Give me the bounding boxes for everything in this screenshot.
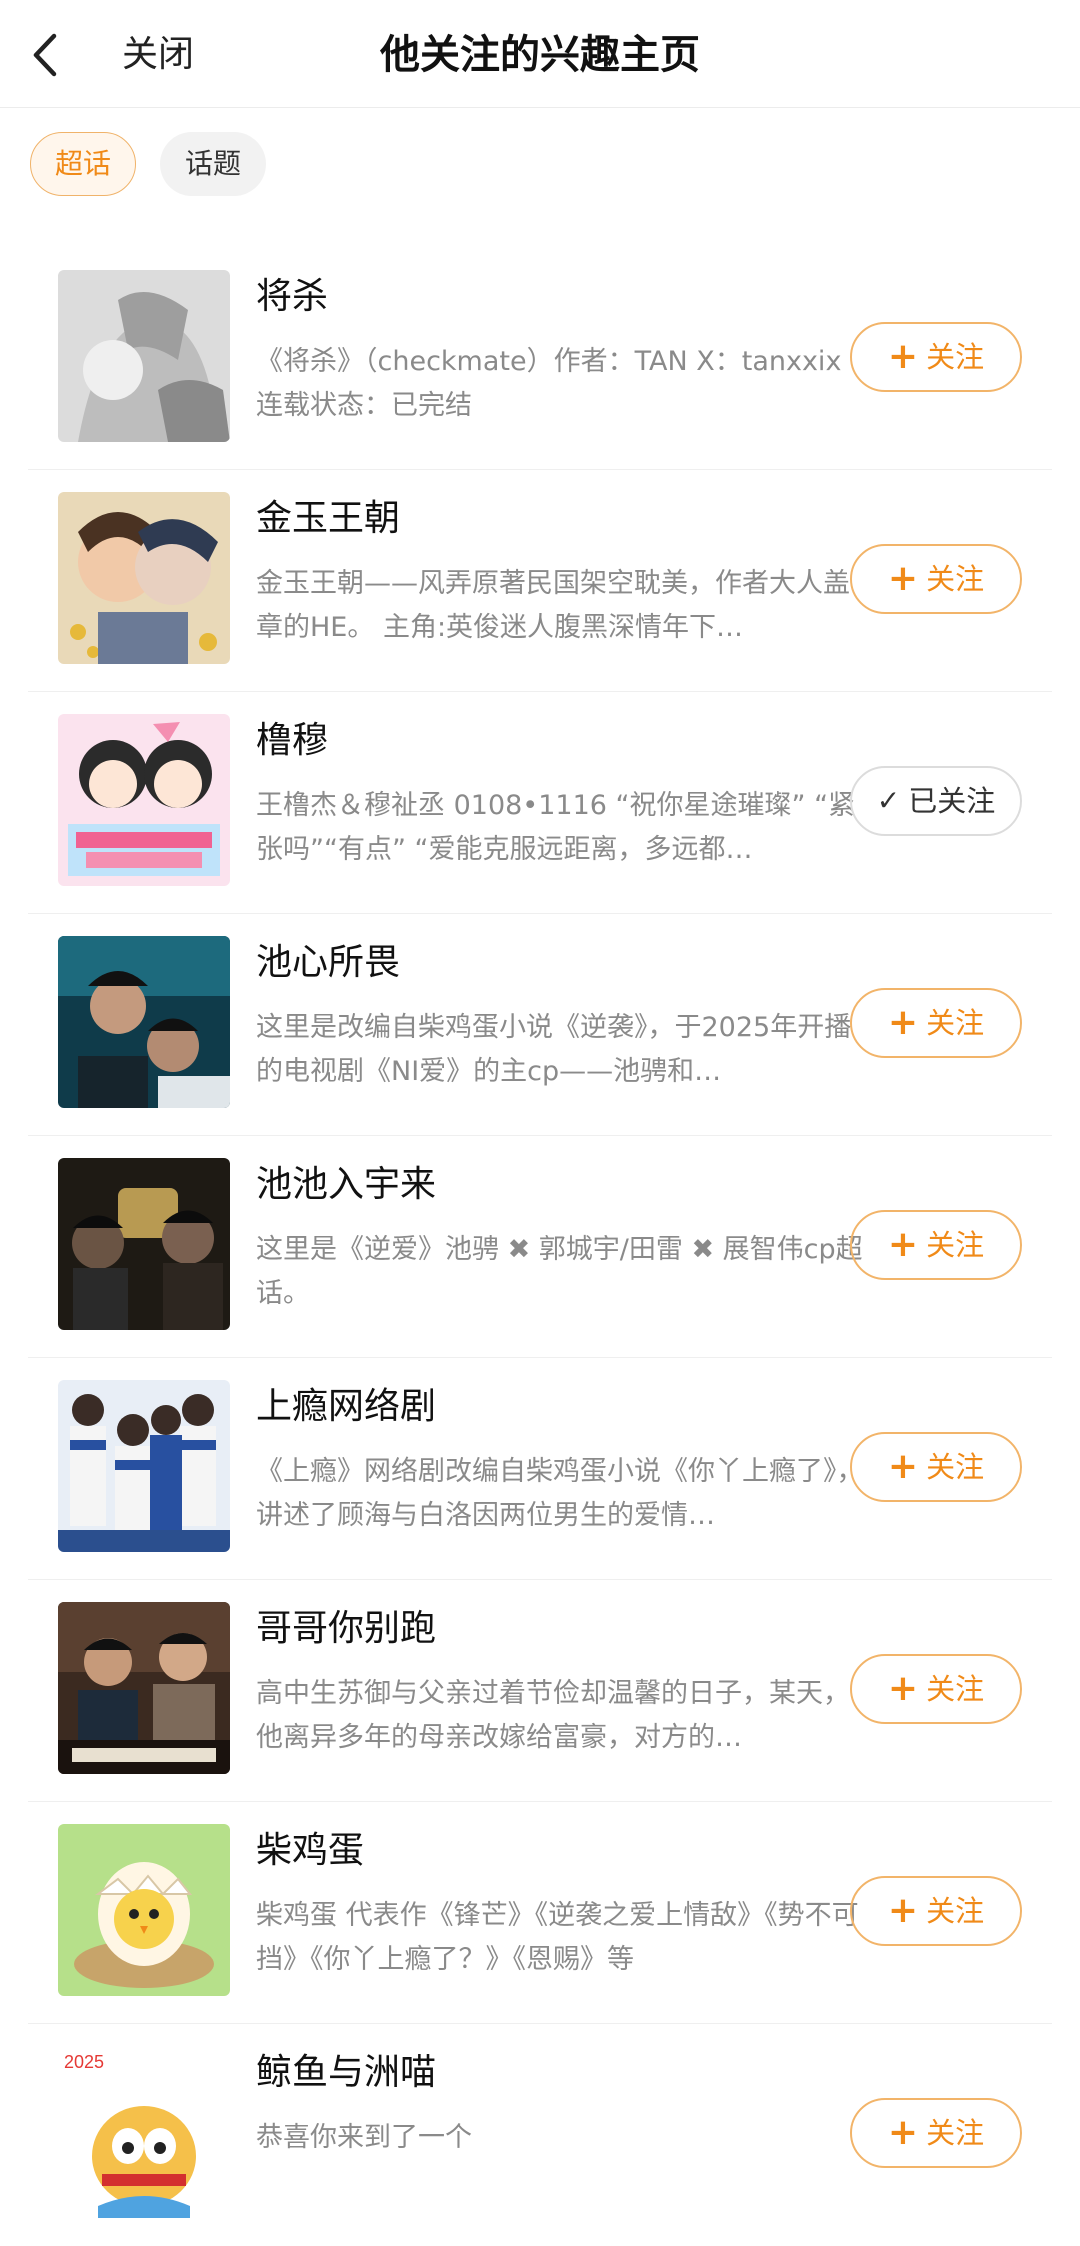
plus-icon: + [887, 2112, 919, 2153]
item-name: 哥哥你别跑 [256, 1608, 437, 1649]
item-description: 王橹杰＆穆祉丞 0108•1116 “祝你星途璀璨” “紧张吗”“有点” “爱能… [256, 790, 856, 865]
plus-icon: + [887, 1224, 919, 1265]
follow-button[interactable]: + 关注 [850, 988, 1022, 1058]
cover-image [58, 492, 230, 664]
item-name: 柴鸡蛋 [256, 1830, 365, 1871]
follow-button-label: 关注 [926, 2116, 985, 2150]
list-item[interactable]: 将杀 《将杀》（checkmate）作者：TAN X：tanxxix 连载状态：… [28, 248, 1052, 470]
follow-button-label: 关注 [926, 562, 985, 596]
follow-button[interactable]: + 关注 [850, 1876, 1022, 1946]
follow-button[interactable]: + 关注 [850, 544, 1022, 614]
followed-button[interactable]: ✓ 已关注 [850, 766, 1022, 836]
follow-button-label: 关注 [926, 1672, 985, 1706]
item-description: 这里是改编自柴鸡蛋小说《逆袭》，于2025年开播的电视剧《NI爱》的主cp——池… [256, 1012, 852, 1087]
item-description: 高中生苏御与父亲过着节俭却温馨的日子，某天，他离异多年的母亲改嫁给富豪，对方的… [256, 1678, 850, 1753]
follow-button-label: 关注 [926, 340, 985, 374]
list-item[interactable]: 橹穆 王橹杰＆穆祉丞 0108•1116 “祝你星途璀璨” “紧张吗”“有点” … [28, 692, 1052, 914]
cover-image [58, 936, 230, 1108]
follow-button[interactable]: + 关注 [850, 2098, 1022, 2168]
interest-list: 将杀 《将杀》（checkmate）作者：TAN X：tanxxix 连载状态：… [0, 248, 1080, 2246]
cover-image: 2025 [58, 2046, 230, 2218]
follow-button-label: 关注 [926, 1228, 985, 1262]
follow-button[interactable]: + 关注 [850, 1432, 1022, 1502]
follow-button-label: 关注 [926, 1006, 985, 1040]
item-description: 柴鸡蛋 代表作《锋芒》《逆袭之爱上情敌》《势不可挡》《你丫上瘾了？》《恩赐》等 [256, 1900, 859, 1975]
plus-icon: + [887, 1446, 919, 1487]
plus-icon: + [887, 1890, 919, 1931]
item-description: 《上瘾》网络剧改编自柴鸡蛋小说《你丫上瘾了》，讲述了顾海与白洛因两位男生的爱情… [256, 1456, 864, 1531]
item-description: 恭喜你来到了一个 [256, 2122, 472, 2153]
list-item[interactable]: 柴鸡蛋 柴鸡蛋 代表作《锋芒》《逆袭之爱上情敌》《势不可挡》《你丫上瘾了？》《恩… [28, 1802, 1052, 2024]
item-name: 金玉王朝 [256, 498, 401, 539]
item-name: 鲸鱼与洲喵 [256, 2052, 437, 2093]
list-item[interactable]: 哥哥你别跑 高中生苏御与父亲过着节俭却温馨的日子，某天，他离异多年的母亲改嫁给富… [28, 1580, 1052, 1802]
item-description: 这里是《逆爱》池骋 ✖ 郭城宇/田雷 ✖ 展智伟cp超话。 [256, 1234, 863, 1309]
list-item[interactable]: 上瘾网络剧 《上瘾》网络剧改编自柴鸡蛋小说《你丫上瘾了》，讲述了顾海与白洛因两位… [28, 1358, 1052, 1580]
top-bar: 关闭 他关注的兴趣主页 [0, 0, 1080, 108]
cover-image [58, 1380, 230, 1552]
follow-button-label: 已关注 [908, 784, 996, 818]
list-item[interactable]: 池心所畏 这里是改编自柴鸡蛋小说《逆袭》，于2025年开播的电视剧《NI爱》的主… [28, 914, 1052, 1136]
cover-image [58, 1158, 230, 1330]
list-item[interactable]: 池池入宇来 这里是《逆爱》池骋 ✖ 郭城宇/田雷 ✖ 展智伟cp超话。 + 关注 [28, 1136, 1052, 1358]
item-name: 将杀 [256, 276, 329, 317]
follow-button[interactable]: + 关注 [850, 1654, 1022, 1724]
follow-button[interactable]: + 关注 [850, 1210, 1022, 1280]
item-name: 池心所畏 [256, 942, 401, 983]
item-name: 池池入宇来 [256, 1164, 437, 1205]
item-description: 《将杀》（checkmate）作者：TAN X：tanxxix 连载状态：已完结 [256, 346, 842, 421]
follow-button[interactable]: + 关注 [850, 322, 1022, 392]
tab-topic[interactable]: 话题 [160, 132, 267, 196]
cover-image [58, 714, 230, 886]
page-title: 他关注的兴趣主页 [380, 32, 700, 78]
list-item[interactable]: 金玉王朝 金玉王朝——风弄原著民国架空耽美，作者大人盖章的HE。 主角:英俊迷人… [28, 470, 1052, 692]
cover-image [58, 1824, 230, 1996]
item-description: 金玉王朝——风弄原著民国架空耽美，作者大人盖章的HE。 主角:英俊迷人腹黑深情年… [256, 568, 850, 643]
plus-icon: + [887, 336, 919, 377]
check-icon: ✓ [876, 784, 901, 817]
plus-icon: + [887, 558, 919, 599]
tab-bar: 超话 话题 [30, 132, 267, 196]
plus-icon: + [887, 1668, 919, 1709]
follow-button-label: 关注 [926, 1894, 985, 1928]
item-name: 上瘾网络剧 [256, 1386, 437, 1427]
svg-text:2025: 2025 [64, 2052, 104, 2072]
list-item[interactable]: 2025 鲸鱼与洲喵 恭喜你来到了一个 + 关注 [28, 2024, 1052, 2246]
cover-image [58, 1602, 230, 1774]
plus-icon: + [887, 1002, 919, 1043]
cover-image [58, 270, 230, 442]
item-name: 橹穆 [256, 720, 329, 761]
tab-super-topic[interactable]: 超话 [30, 132, 137, 196]
follow-button-label: 关注 [926, 1450, 985, 1484]
